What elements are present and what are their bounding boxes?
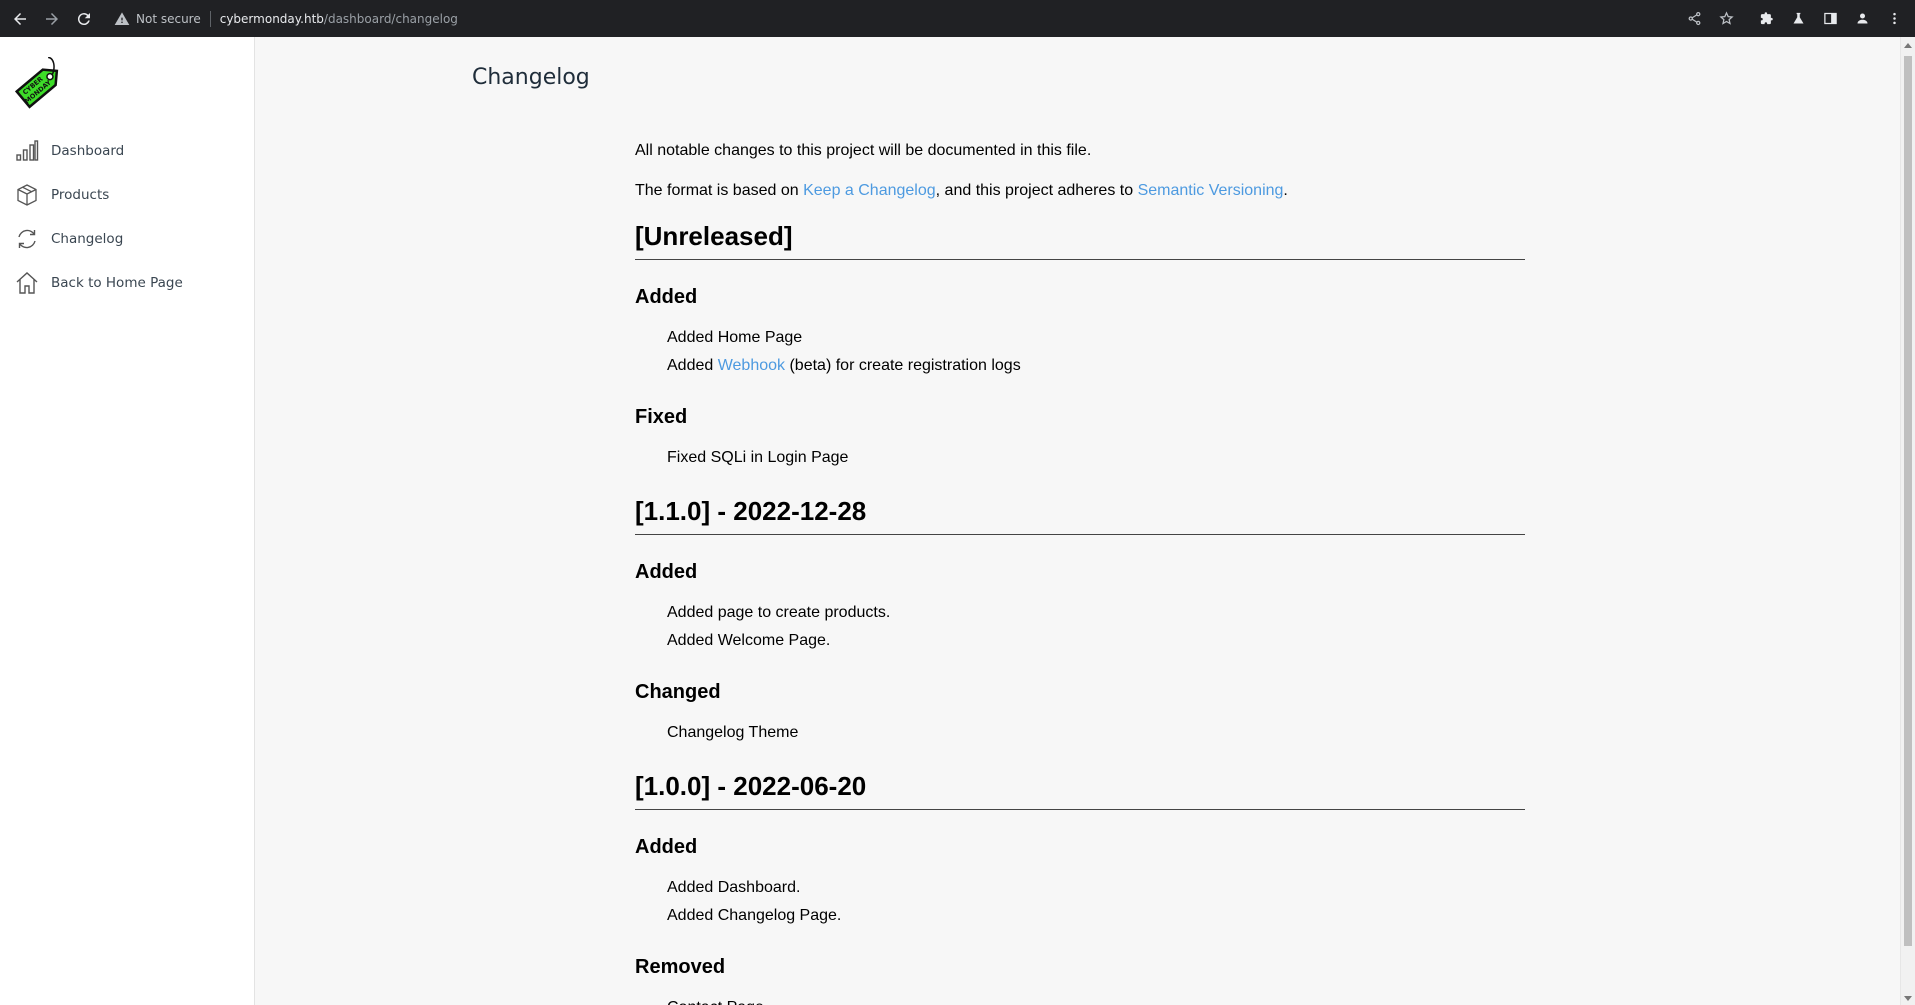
divider [209,10,211,27]
keep-a-changelog-link[interactable]: Keep a Changelog [803,182,936,199]
sidebar-menu: Dashboard Products Changelog Back to Hom… [0,129,254,305]
sidebar-item-changelog[interactable]: Changelog [0,217,254,261]
sidebar-item-home[interactable]: Back to Home Page [0,261,254,305]
main-content: Changelog All notable changes to this pr… [255,37,1905,1005]
release-heading-unreleased: [Unreleased] [635,221,1525,260]
intro-text: All notable changes to this project will… [635,142,1092,159]
menu-button[interactable] [1881,3,1907,35]
semantic-versioning-link[interactable]: Semantic Versioning [1138,182,1284,199]
puzzle-icon [1760,12,1773,25]
sidebar-item-label: Back to Home Page [51,275,183,291]
sidebar-item-dashboard[interactable]: Dashboard [0,129,254,173]
section-heading-changed: Changed [635,681,721,703]
sidebar-item-products[interactable]: Products [0,173,254,217]
arrow-left-icon [14,12,26,25]
bookmark-button[interactable] [1713,3,1739,35]
removed-list: Contact Page. [635,994,1525,1005]
sidebar-item-label: Products [51,187,110,203]
browser-toolbar: Not secure cybermonday.htb/dashboard/cha… [0,0,1915,37]
list-item: Added Dashboard. [667,879,801,896]
browser-actions [1681,0,1907,37]
changed-list: Changelog Theme [635,719,1525,747]
list-item-prefix: Added [667,357,718,374]
home-icon [16,272,38,294]
share-icon [1688,11,1700,26]
added-list: Added Home Page Added Webhook (beta) for… [635,324,1525,380]
box-icon [17,184,37,206]
logo[interactable]: CYBER MONDAY [12,56,68,113]
page-title: Changelog [472,65,590,90]
added-list: Added Dashboard. Added Changelog Page. [635,874,1525,930]
side-panel-icon [1823,12,1837,25]
section-heading-added: Added [635,286,698,308]
address-bar[interactable]: Not secure cybermonday.htb/dashboard/cha… [114,4,458,34]
format-text: The format is based on Keep a Changelog,… [635,181,1525,201]
bar-chart-icon [16,140,39,161]
scroll-down-arrow[interactable] [1904,996,1912,1001]
tag-logo-icon: CYBER MONDAY [14,56,59,109]
list-item: Added Welcome Page. [667,632,831,649]
profile-button[interactable] [1849,3,1875,35]
list-item: Added Home Page [667,329,803,346]
added-list: Added page to create products. Added Wel… [635,599,1525,655]
person-icon [1857,13,1867,24]
more-vertical-icon [1892,12,1896,25]
list-item: Contact Page. [667,994,1525,1005]
list-item: Added Changelog Page. [667,907,842,924]
extensions-button[interactable] [1753,3,1779,35]
sidebar: CYBER MONDAY Dashboard Products Changelo… [0,37,255,1005]
reload-button[interactable] [68,3,100,35]
format-text-mid: , and this project adheres to [935,182,1138,199]
release-heading-1-1-0: [1.1.0] - 2022-12-28 [635,496,1525,535]
section-heading-fixed: Fixed [635,406,688,428]
star-icon [1718,11,1734,25]
url-path: /dashboard/changelog [323,11,458,26]
list-item: Fixed SQLi in Login Page [667,449,849,466]
section-heading-added: Added [635,561,698,583]
changelog-content: All notable changes to this project will… [635,141,1525,1005]
scroll-thumb[interactable] [1904,56,1912,946]
scroll-up-arrow[interactable] [1904,43,1912,48]
format-text-prefix: The format is based on [635,182,804,199]
sidebar-item-label: Changelog [51,231,124,247]
release-heading-1-0-0: [1.0.0] - 2022-06-20 [635,771,1525,810]
fixed-list: Fixed SQLi in Login Page [635,444,1525,472]
refresh-icon [18,229,36,249]
share-button[interactable] [1681,3,1707,35]
vertical-scrollbar[interactable] [1900,37,1915,1005]
sidebar-item-label: Dashboard [51,143,125,159]
lab-button[interactable] [1785,3,1811,35]
format-text-suffix: . [1283,182,1288,199]
section-heading-added: Added [635,836,698,858]
list-item: Added page to create products. [667,604,891,621]
list-item-suffix: (beta) for create registration logs [785,357,1021,374]
arrow-right-icon [46,12,58,25]
forward-button[interactable] [36,3,68,35]
webhook-link[interactable]: Webhook [718,357,785,374]
warning-icon [114,11,130,25]
list-item: Added Webhook (beta) for create registra… [667,352,1525,380]
section-heading-removed: Removed [635,956,726,978]
reload-icon [77,12,90,25]
list-item: Changelog Theme [667,724,799,741]
back-button[interactable] [4,3,36,35]
security-label: Not secure [136,11,201,26]
side-panel-button[interactable] [1817,3,1843,35]
flask-icon [1793,12,1803,24]
url-host: cybermonday.htb [219,11,324,26]
